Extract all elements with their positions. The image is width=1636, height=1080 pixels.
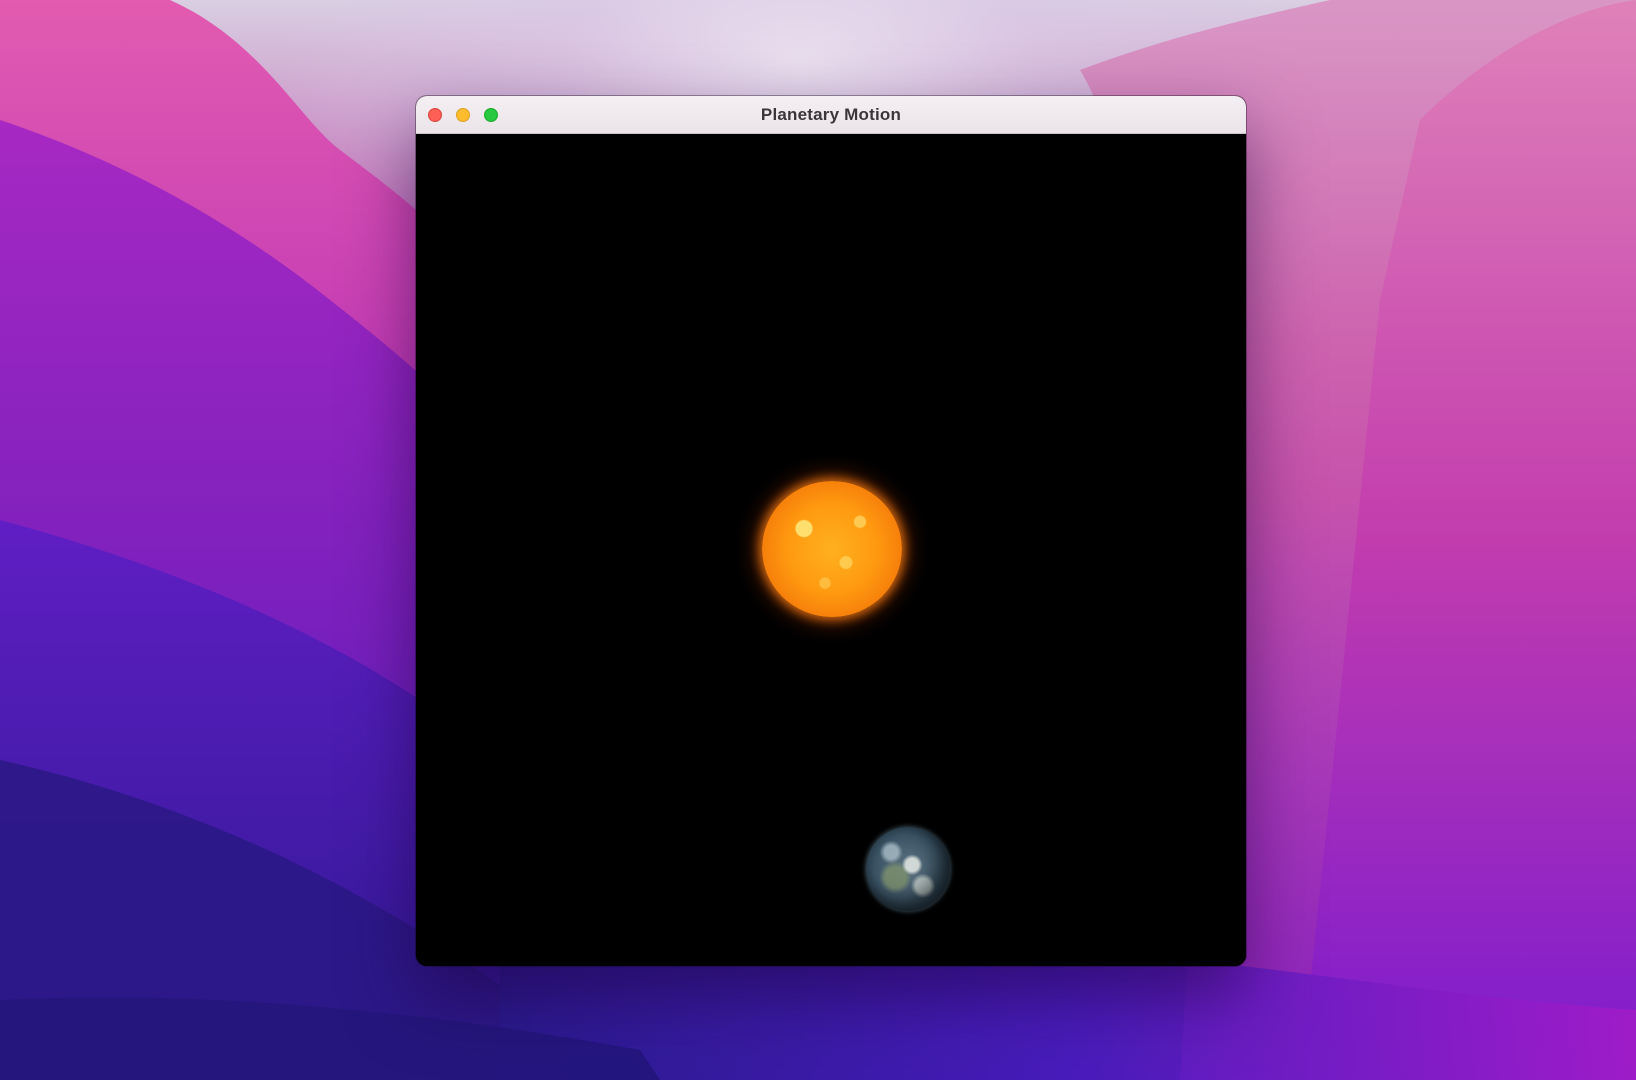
earth-body — [866, 827, 950, 911]
sun-body — [762, 481, 902, 617]
window-title: Planetary Motion — [760, 105, 902, 124]
app-window: Planetary Motion — [416, 96, 1246, 966]
simulation-canvas[interactable] — [416, 134, 1246, 966]
window-titlebar[interactable]: Planetary Motion — [416, 96, 1246, 134]
